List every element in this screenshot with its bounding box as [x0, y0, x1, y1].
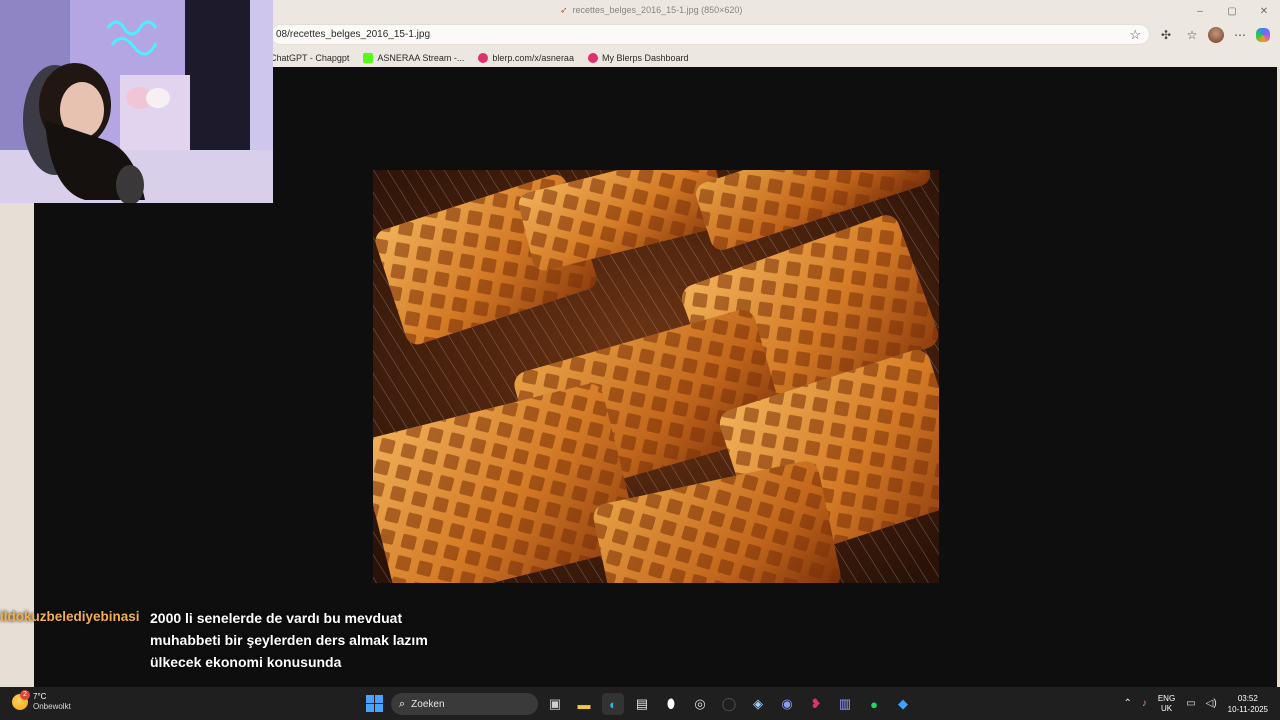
kick-icon: [363, 52, 374, 63]
taskbar-search[interactable]: ⌕ Zoeken: [391, 693, 538, 715]
close-button[interactable]: ✕: [1248, 0, 1280, 22]
weather-description: Onbewolkt: [33, 702, 71, 711]
window-title: ➶ recettes_belges_2016_15-1.jpg (850×620…: [560, 5, 742, 16]
weather-temp: 7°C: [33, 692, 47, 701]
weather-text: 7°C Onbewolkt: [33, 692, 71, 712]
file-explorer-icon[interactable]: ▬: [573, 693, 595, 715]
window-controls: – ▢ ✕: [1184, 0, 1280, 22]
copilot-icon[interactable]: [1256, 28, 1270, 42]
clock-time: 03:52: [1237, 693, 1258, 703]
microphone-icon[interactable]: ♪: [1137, 698, 1152, 709]
more-menu-icon[interactable]: ⋯: [1230, 25, 1250, 45]
app-icon[interactable]: ◯: [718, 693, 740, 715]
page-favicon: ➶: [560, 5, 568, 15]
search-placeholder: Zoeken: [411, 698, 445, 710]
spotify-icon[interactable]: ●: [863, 693, 885, 715]
taskbar: 2 7°C Onbewolkt ⌕ Zoeken ▣ ▬ ◐ ▤ ⬮ ◎ ◯ ◈…: [0, 687, 1280, 720]
address-bar[interactable]: 08/recettes_belges_2016_15-1.jpg ☆: [270, 24, 1150, 45]
chevron-up-icon[interactable]: ⌃: [1118, 698, 1136, 709]
search-icon: ⌕: [399, 697, 406, 710]
language-indicator[interactable]: ENG UK: [1152, 694, 1181, 714]
bookmark-chatgpt[interactable]: ChatGPT - Chapgpt: [270, 53, 349, 63]
bookmark-asneraa-stream[interactable]: ASNERAA Stream -...: [363, 52, 465, 63]
weather-sun-icon: 2: [12, 690, 30, 710]
clock[interactable]: 03:52 10-11-2025: [1222, 693, 1280, 715]
waffles-photo[interactable]: [373, 170, 939, 583]
browser-toolbar: ✣ ☆ ⋯: [1156, 25, 1270, 45]
volume-icon[interactable]: ◁): [1201, 698, 1222, 709]
obs-icon[interactable]: ◎: [689, 693, 711, 715]
profile-avatar[interactable]: [1208, 27, 1224, 43]
weather-widget[interactable]: 2 7°C Onbewolkt: [12, 690, 71, 712]
chat-message: 2000 li senelerde de vardı bu mevduat mu…: [150, 610, 428, 670]
steam-icon[interactable]: ◈: [747, 693, 769, 715]
address-url[interactable]: 08/recettes_belges_2016_15-1.jpg: [276, 29, 430, 40]
task-view-icon[interactable]: ▣: [544, 693, 566, 715]
blerp-icon: [587, 52, 598, 63]
discord-icon[interactable]: ◉: [776, 693, 798, 715]
webcam-overlay: [0, 0, 273, 203]
waffles-illustration: [373, 170, 939, 583]
language-top: ENG: [1157, 693, 1176, 703]
weather-badge: 2: [20, 690, 30, 700]
bookmark-label: ChatGPT - Chapgpt: [270, 52, 350, 63]
favorites-icon[interactable]: ☆: [1182, 25, 1202, 45]
bookmark-label: My Blerps Dashboard: [601, 52, 689, 63]
windows-start-icon[interactable]: [366, 695, 383, 712]
bookmark-blerp[interactable]: blerp.com/x/asneraa: [478, 52, 574, 63]
app-icon-2[interactable]: ▥: [834, 693, 856, 715]
system-tray: ⌃ ♪ ENG UK ▭ ◁) 03:52 10-11-2025: [1118, 687, 1280, 720]
clock-date: 10-11-2025: [1227, 704, 1268, 714]
bookmark-my-blerps[interactable]: My Blerps Dashboard: [587, 52, 689, 63]
maximize-button[interactable]: ▢: [1216, 0, 1248, 22]
store-icon[interactable]: ▤: [631, 693, 653, 715]
blerp-icon: [478, 52, 489, 63]
extensions-icon[interactable]: ✣: [1156, 25, 1176, 45]
edge-icon[interactable]: ◐: [602, 693, 624, 715]
bookmark-label: ASNERAA Stream -...: [377, 52, 465, 63]
streamer-webcam-feed: [0, 0, 273, 203]
bookmark-label: blerp.com/x/asneraa: [492, 52, 574, 63]
blerp-icon[interactable]: ❥: [805, 693, 827, 715]
window-title-text: recettes_belges_2016_15-1.jpg (850×620): [572, 5, 743, 15]
chat-username: ildokuzbelediyebinasi: [0, 609, 140, 624]
language-bottom: UK: [1160, 703, 1173, 713]
alienware-icon[interactable]: ⬮: [660, 693, 682, 715]
app-icon-3[interactable]: ◆: [892, 693, 914, 715]
display-icon[interactable]: ▭: [1181, 698, 1200, 709]
favorite-star-icon[interactable]: ☆: [1129, 27, 1141, 43]
taskbar-apps: ▣ ▬ ◐ ▤ ⬮ ◎ ◯ ◈ ◉ ❥ ▥ ● ◆: [544, 693, 914, 715]
minimize-button[interactable]: –: [1184, 0, 1216, 22]
